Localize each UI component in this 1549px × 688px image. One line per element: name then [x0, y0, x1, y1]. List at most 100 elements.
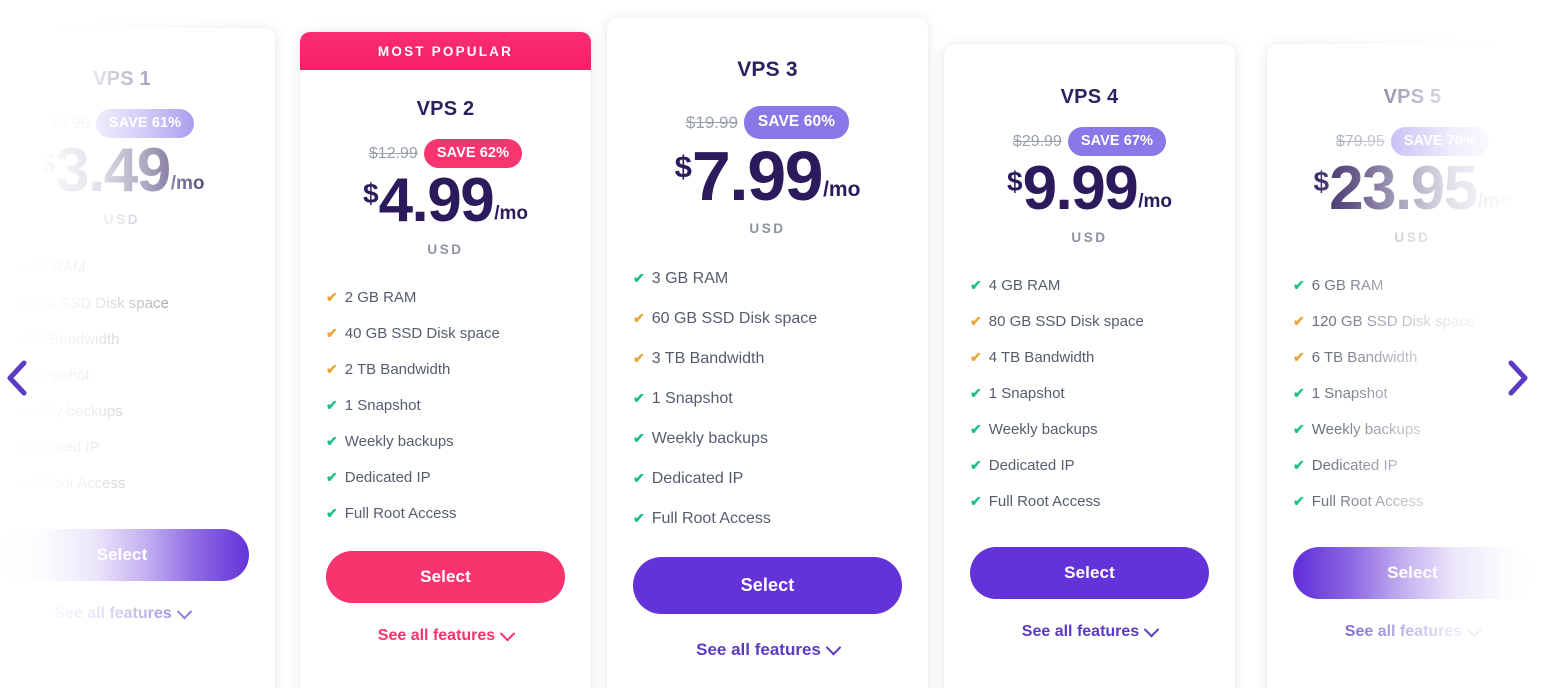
feature-list: ✔ 3 GB RAM ✔ 60 GB SSD Disk space ✔ 3 TB Band…	[633, 270, 902, 528]
plan-title: VPS 4	[1060, 86, 1119, 108]
feature-item: ✔ 1 Snapshot	[970, 385, 1209, 402]
chevron-down-icon	[1466, 621, 1483, 637]
see-all-features-link[interactable]: See all features	[633, 639, 902, 660]
checkmark-icon: ✔	[0, 403, 7, 419]
currency-code: USD	[1071, 230, 1108, 245]
card-body: VPS 2 $12.99 SAVE 62% $4.99/mo USD ✔ 2 GB RAM ✔…	[300, 98, 591, 645]
see-all-features-link[interactable]: See all features	[970, 621, 1209, 641]
see-all-features-link[interactable]: See all features	[1293, 621, 1532, 641]
checkmark-icon: ✔	[633, 510, 645, 526]
feature-label: 1 Snapshot	[344, 397, 421, 414]
feature-label: Full Root Access	[13, 475, 126, 492]
plan-title: VPS 3	[737, 58, 798, 81]
feature-label: 2 TB Bandwidth	[344, 361, 451, 378]
feature-label: 20 GB SSD Disk space	[13, 295, 169, 312]
price-header-row: $12.99 SAVE 62%	[326, 139, 565, 168]
original-price: $8.99	[49, 114, 90, 132]
price-period: /mo	[170, 173, 205, 194]
checkmark-icon: ✔	[970, 349, 982, 365]
feature-item: ✔ 1 GB RAM	[0, 259, 249, 276]
select-button[interactable]: Select	[326, 551, 565, 603]
select-button-wrap: Select	[633, 557, 902, 614]
feature-item: ✔ Full Root Access	[326, 505, 565, 522]
currency-symbol: $	[1006, 166, 1023, 197]
select-button[interactable]: Select	[0, 529, 249, 581]
feature-label: 3 TB Bandwidth	[651, 350, 765, 367]
save-badge: SAVE 60%	[743, 106, 850, 139]
see-all-features-link[interactable]: See all features	[326, 625, 565, 645]
feature-label: 1 TB Bandwidth	[13, 331, 120, 348]
feature-item: ✔ Full Root Access	[0, 475, 249, 492]
card-body: VPS 4 $29.99 SAVE 67% $9.99/mo USD ✔ 4 GB RAM ✔…	[944, 86, 1235, 641]
save-badge: SAVE 67%	[1067, 127, 1167, 156]
feature-item: ✔ 3 TB Bandwidth	[633, 350, 902, 368]
currency-code: USD	[427, 242, 464, 257]
select-button[interactable]: Select	[970, 547, 1209, 599]
current-price: $23.95/mo	[1293, 158, 1532, 220]
feature-item: ✔ Full Root Access	[633, 510, 902, 528]
select-button-wrap: Select	[0, 529, 249, 581]
current-price: $4.99/mo	[326, 170, 565, 232]
feature-label: Full Root Access	[988, 493, 1101, 510]
feature-label: Dedicated IP	[651, 470, 744, 487]
select-button-wrap: Select	[1293, 547, 1532, 599]
checkmark-icon: ✔	[326, 505, 338, 521]
checkmark-icon: ✔	[633, 270, 645, 286]
checkmark-icon: ✔	[1293, 421, 1305, 437]
feature-item: ✔ Dedicated IP	[633, 470, 902, 488]
save-badge: SAVE 62%	[423, 139, 523, 168]
select-button-wrap: Select	[326, 551, 565, 603]
checkmark-icon: ✔	[0, 439, 7, 455]
feature-label: Weekly backups	[988, 421, 1098, 438]
feature-label: 4 GB RAM	[988, 277, 1061, 294]
feature-item: ✔ Dedicated IP	[1293, 457, 1532, 474]
feature-item: ✔ Dedicated IP	[970, 457, 1209, 474]
original-price: $79.95	[1335, 132, 1385, 150]
see-all-features-link[interactable]: See all features	[0, 603, 249, 623]
select-button[interactable]: Select	[1293, 547, 1532, 599]
feature-item: ✔ Weekly backups	[0, 403, 249, 420]
price-period: /mo	[823, 178, 861, 201]
carousel-track: VPS 1 $8.99 SAVE 61% $3.49/mo USD ✔ 1 GB RAM ✔ 2…	[0, 0, 1549, 688]
see-all-features-label: See all features	[1344, 623, 1463, 640]
feature-item: ✔ 1 TB Bandwidth	[0, 331, 249, 348]
see-all-features-label: See all features	[1021, 623, 1140, 640]
feature-label: 80 GB SSD Disk space	[988, 313, 1144, 330]
currency-code: USD	[103, 212, 141, 227]
save-badge: SAVE 70%	[1390, 127, 1490, 156]
select-button[interactable]: Select	[633, 557, 902, 614]
checkmark-icon: ✔	[0, 295, 7, 311]
checkmark-icon: ✔	[326, 289, 338, 305]
price-header-row: $79.95 SAVE 70%	[1293, 127, 1532, 156]
checkmark-icon: ✔	[1293, 493, 1305, 509]
checkmark-icon: ✔	[970, 421, 982, 437]
checkmark-icon: ✔	[0, 259, 7, 275]
feature-label: 6 TB Bandwidth	[1311, 349, 1418, 366]
current-price: $3.49/mo	[0, 140, 249, 202]
price-amount: 9.99	[1022, 154, 1139, 223]
feature-list: ✔ 6 GB RAM ✔ 120 GB SSD Disk space ✔ 6 TB Ban…	[1293, 277, 1532, 510]
feature-item: ✔ Full Root Access	[1293, 493, 1532, 510]
checkmark-icon: ✔	[970, 277, 982, 293]
feature-label: Weekly backups	[1311, 421, 1421, 438]
checkmark-icon: ✔	[326, 397, 338, 413]
feature-label: 2 GB RAM	[344, 289, 417, 306]
feature-item: ✔ 6 GB RAM	[1293, 277, 1532, 294]
feature-item: ✔ 120 GB SSD Disk space	[1293, 313, 1532, 330]
feature-label: 120 GB SSD Disk space	[1311, 313, 1476, 330]
checkmark-icon: ✔	[633, 310, 645, 326]
original-price: $29.99	[1012, 132, 1062, 150]
checkmark-icon: ✔	[633, 390, 645, 406]
checkmark-icon: ✔	[633, 470, 645, 486]
checkmark-icon: ✔	[326, 469, 338, 485]
carousel-prev-button[interactable]	[0, 356, 34, 400]
carousel-next-button[interactable]	[1501, 356, 1535, 400]
feature-label: Full Root Access	[1311, 493, 1424, 510]
feature-label: Weekly backups	[13, 403, 123, 420]
see-all-features-label: See all features	[696, 640, 821, 659]
feature-item: ✔ 1 Snapshot	[326, 397, 565, 414]
feature-item: ✔ 60 GB SSD Disk space	[633, 310, 902, 328]
feature-label: Full Root Access	[344, 505, 457, 522]
most-popular-banner: MOST POPULAR	[300, 32, 591, 70]
price-header-row: $8.99 SAVE 61%	[0, 109, 249, 138]
